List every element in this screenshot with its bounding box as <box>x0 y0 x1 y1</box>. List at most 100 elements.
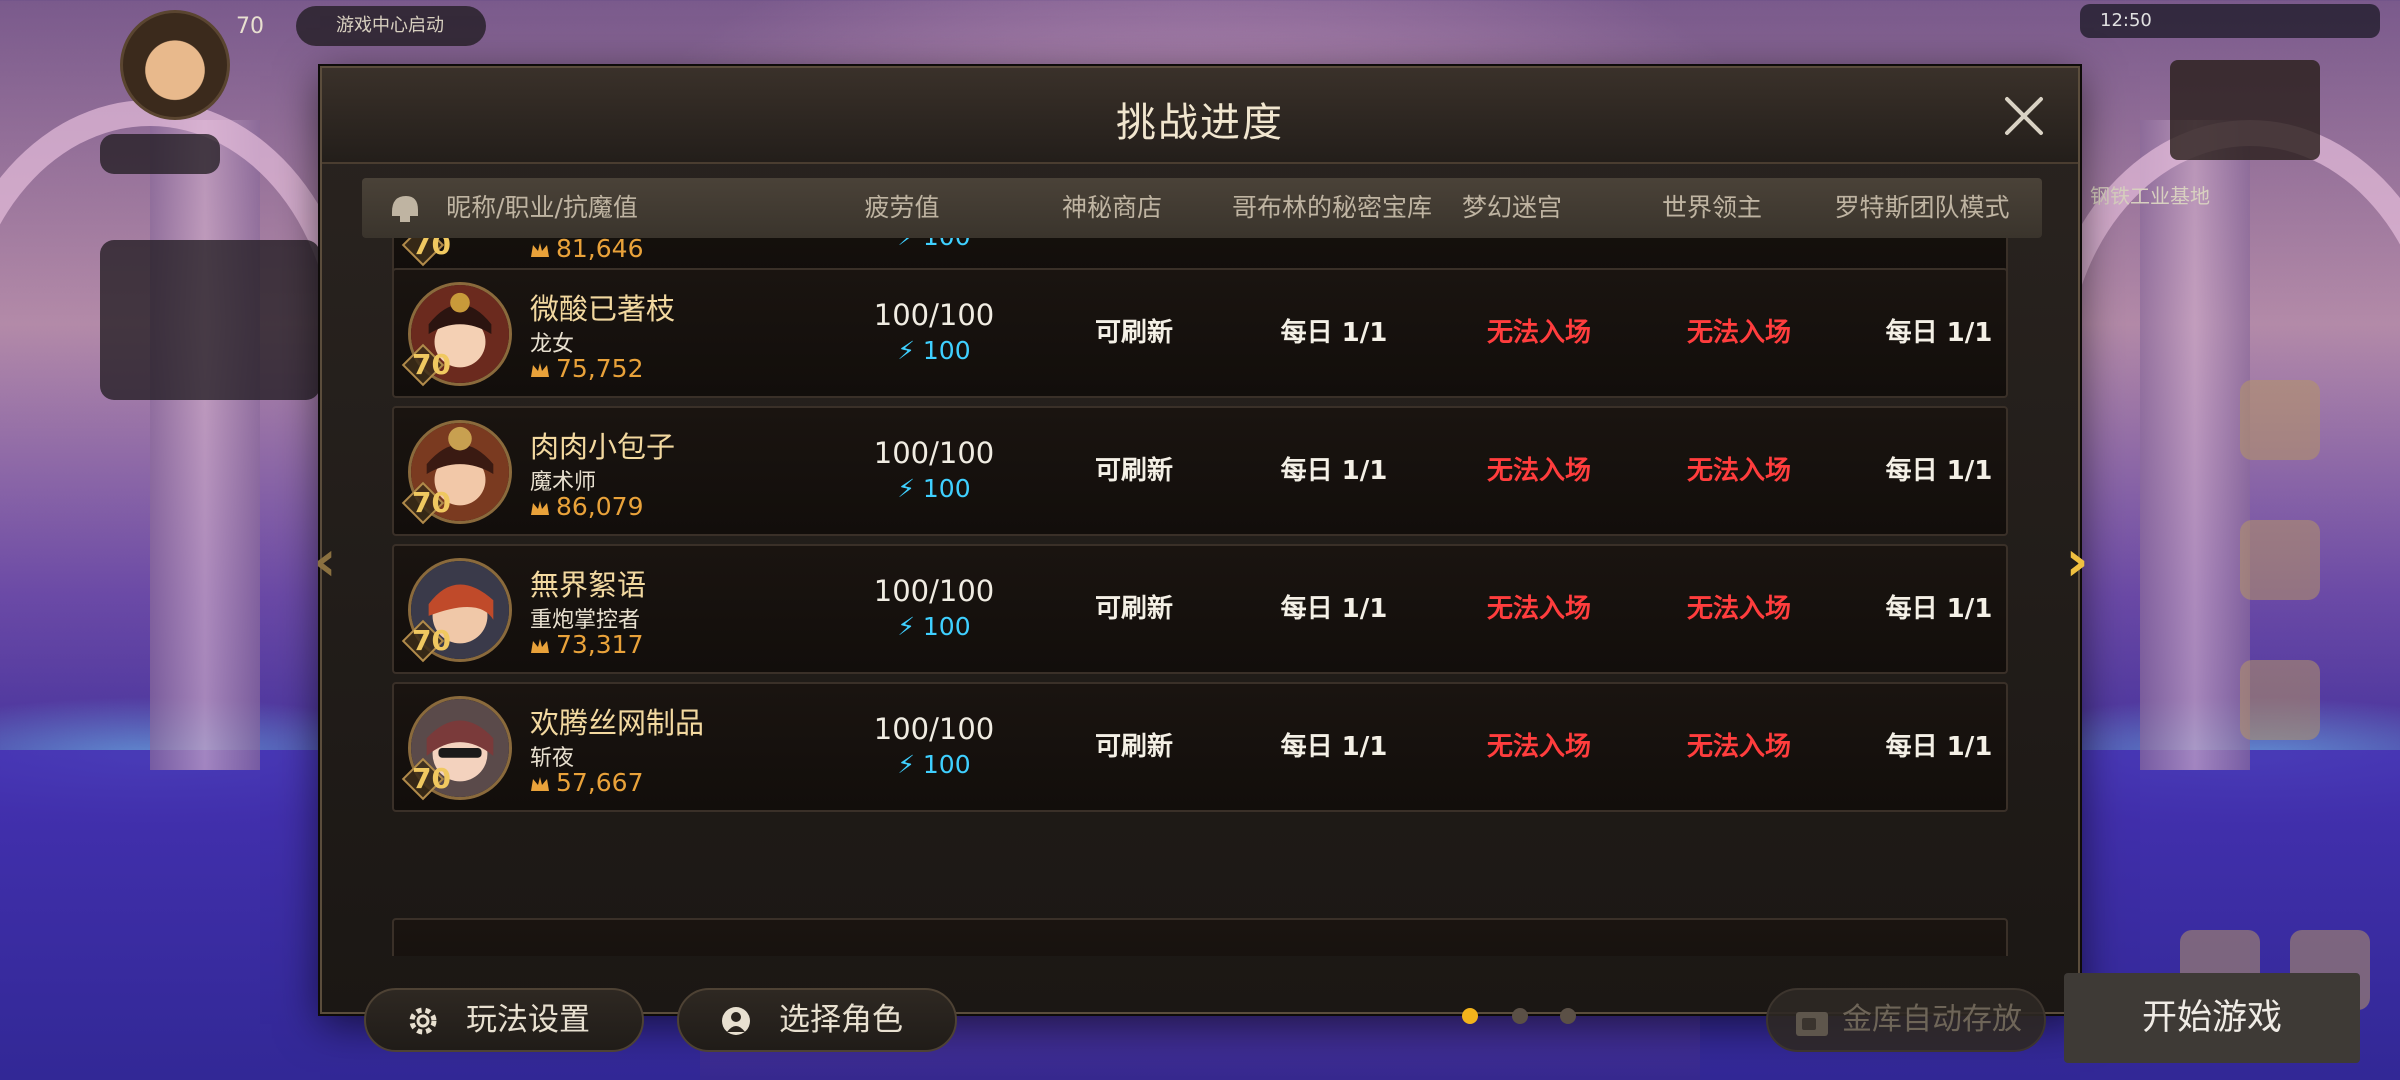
vault-icon <box>1796 1012 1828 1036</box>
table-row[interactable]: 70 欢腾丝网制品 斩夜 57,667 100/100 ⚡ 100 可刷新 每日… <box>392 682 2008 812</box>
power-value: 73,317 <box>530 630 643 659</box>
power-text: 57,667 <box>556 768 644 797</box>
panel-header: 挑战进度 <box>322 68 2078 164</box>
bolt-value: 100 <box>923 238 971 251</box>
table-row[interactable]: 70 肉肉小包子 魔术师 86,079 100/100 ⚡ 100 可刷新 每日… <box>392 406 2008 536</box>
location-label: 钢铁工业基地 <box>2090 184 2210 208</box>
power-value: 57,667 <box>530 768 643 797</box>
world-lord-status: 无法入场 <box>1686 594 1791 624</box>
next-page-arrow-icon[interactable]: › <box>2052 532 2102 592</box>
minimap[interactable] <box>2170 60 2320 160</box>
power-text: 73,317 <box>556 630 644 659</box>
lotus-raid-status: 每日 1/1 <box>1885 456 1993 486</box>
level-value: 70 <box>412 762 451 795</box>
fatigue-bolt: ⚡ 100 <box>814 238 1054 251</box>
hud-menu-button[interactable] <box>100 134 220 174</box>
character-name: 欢腾丝网制品 <box>530 706 705 740</box>
column-nickname: 昵称/职业/抗魔值 <box>446 193 638 222</box>
world-lord-status: 无法入场 <box>1686 318 1791 348</box>
fatigue-value: 100/100 <box>873 574 995 608</box>
goblin-vault-status: 每日 1/1 <box>1280 732 1388 762</box>
player-level: 70 <box>236 14 264 39</box>
level-value: 70 <box>412 486 451 519</box>
column-lotus-raid: 罗特斯团队模式 <box>1834 193 2010 222</box>
clock: 12:50 <box>2100 10 2152 31</box>
power-value: 86,079 <box>530 492 643 521</box>
game-center-notice-text: 游戏中心启动 <box>336 15 444 36</box>
dream-maze-status: 无法入场 <box>1486 318 1591 348</box>
status-bar: 12:50 <box>2080 4 2380 38</box>
game-center-notice[interactable]: 游戏中心启动 <box>296 6 486 46</box>
dream-maze-status: 无法入场 <box>1486 594 1591 624</box>
power-text: 81,646 <box>556 238 644 263</box>
lotus-raid-status: 每日 1/1 <box>1885 732 1993 762</box>
character-swap-icon <box>722 1007 750 1035</box>
dream-maze-status: 无法入场 <box>1486 456 1591 486</box>
start-game-button[interactable]: 开始游戏 <box>2064 973 2360 1063</box>
fatigue-bolt: ⚡ 100 <box>897 750 971 779</box>
vault-auto-store-label: 金库自动存放 <box>1842 1002 2022 1037</box>
character-list[interactable]: 70 81,646 ⚡ 100 70 微酸已著枝 龙女 75,752 100/1… <box>392 238 2008 956</box>
side-menu-icon[interactable] <box>2240 520 2320 600</box>
mystery-shop-status: 可刷新 <box>1094 594 1173 624</box>
power-text: 86,079 <box>556 492 644 521</box>
power-text: 75,752 <box>556 354 644 383</box>
lotus-raid-status: 每日 1/1 <box>1885 318 1993 348</box>
previous-page-arrow-icon[interactable]: ‹ <box>300 532 350 592</box>
power-value: 75,752 <box>530 354 643 383</box>
table-row[interactable]: 70 無界絮语 重炮掌控者 73,317 100/100 ⚡ 100 可刷新 每… <box>392 544 2008 674</box>
quest-tracker[interactable] <box>100 240 320 400</box>
player-avatar[interactable] <box>120 10 230 120</box>
side-menu-icon[interactable] <box>2240 660 2320 740</box>
level-badge: 70 <box>401 619 454 663</box>
fatigue-value: 100/100 <box>873 712 995 746</box>
fatigue-value: 100/100 <box>873 436 995 470</box>
column-fatigue: 疲劳值 <box>864 193 940 222</box>
character-name: 微酸已著枝 <box>530 292 676 326</box>
column-header-bar: 昵称/职业/抗魔值 疲劳值 神秘商店 哥布林的秘密宝库 梦幻迷宫 世界领主 罗特… <box>362 178 2042 238</box>
crown-icon <box>531 501 549 515</box>
level-value: 70 <box>412 238 451 261</box>
level-value: 70 <box>412 624 451 657</box>
level-badge: 70 <box>401 343 454 387</box>
page-dot[interactable] <box>1560 1008 1576 1024</box>
bolt-value: 100 <box>922 612 971 641</box>
level-badge: 70 <box>401 238 454 267</box>
crown-icon <box>531 777 549 791</box>
table-row[interactable]: 70 微酸已著枝 龙女 75,752 100/100 ⚡ 100 可刷新 每日 … <box>392 268 2008 398</box>
crown-icon <box>531 243 549 257</box>
panel-title: 挑战进度 <box>1116 100 1284 146</box>
select-character-button[interactable]: 选择角色 <box>677 988 957 1052</box>
fatigue-bolt: ⚡ 100 <box>897 336 971 365</box>
close-icon[interactable] <box>1996 88 2052 144</box>
side-menu-icon[interactable] <box>2240 380 2320 460</box>
column-dream-maze: 梦幻迷宫 <box>1461 193 1562 222</box>
select-character-label: 选择角色 <box>779 1002 903 1038</box>
world-lord-status: 无法入场 <box>1686 456 1791 486</box>
level-value: 70 <box>412 348 451 381</box>
goblin-vault-status: 每日 1/1 <box>1280 594 1388 624</box>
power-value: 81,646 <box>530 238 643 263</box>
helmet-icon <box>392 196 418 222</box>
gameplay-settings-button[interactable]: 玩法设置 <box>364 988 644 1052</box>
crown-icon <box>531 363 549 377</box>
mystery-shop-status: 可刷新 <box>1094 732 1173 762</box>
bolt-value: 100 <box>922 474 971 503</box>
page-indicator[interactable] <box>1462 1008 1602 1028</box>
mystery-shop-status: 可刷新 <box>1094 318 1173 348</box>
fatigue-value: 100/100 <box>873 298 995 332</box>
lotus-raid-status: 每日 1/1 <box>1885 594 1993 624</box>
page-dot[interactable] <box>1462 1008 1478 1024</box>
vault-auto-store-button[interactable]: 金库自动存放 <box>1766 988 2046 1052</box>
dream-maze-status: 无法入场 <box>1486 732 1591 762</box>
mystery-shop-status: 可刷新 <box>1094 456 1173 486</box>
world-lord-status: 无法入场 <box>1686 732 1791 762</box>
level-badge: 70 <box>401 481 454 525</box>
page-dot[interactable] <box>1512 1008 1528 1024</box>
bolt-value: 100 <box>922 336 971 365</box>
table-row[interactable] <box>392 918 2008 956</box>
goblin-vault-status: 每日 1/1 <box>1280 456 1388 486</box>
gear-icon <box>409 1007 437 1035</box>
goblin-vault-status: 每日 1/1 <box>1280 318 1388 348</box>
crown-icon <box>531 639 549 653</box>
